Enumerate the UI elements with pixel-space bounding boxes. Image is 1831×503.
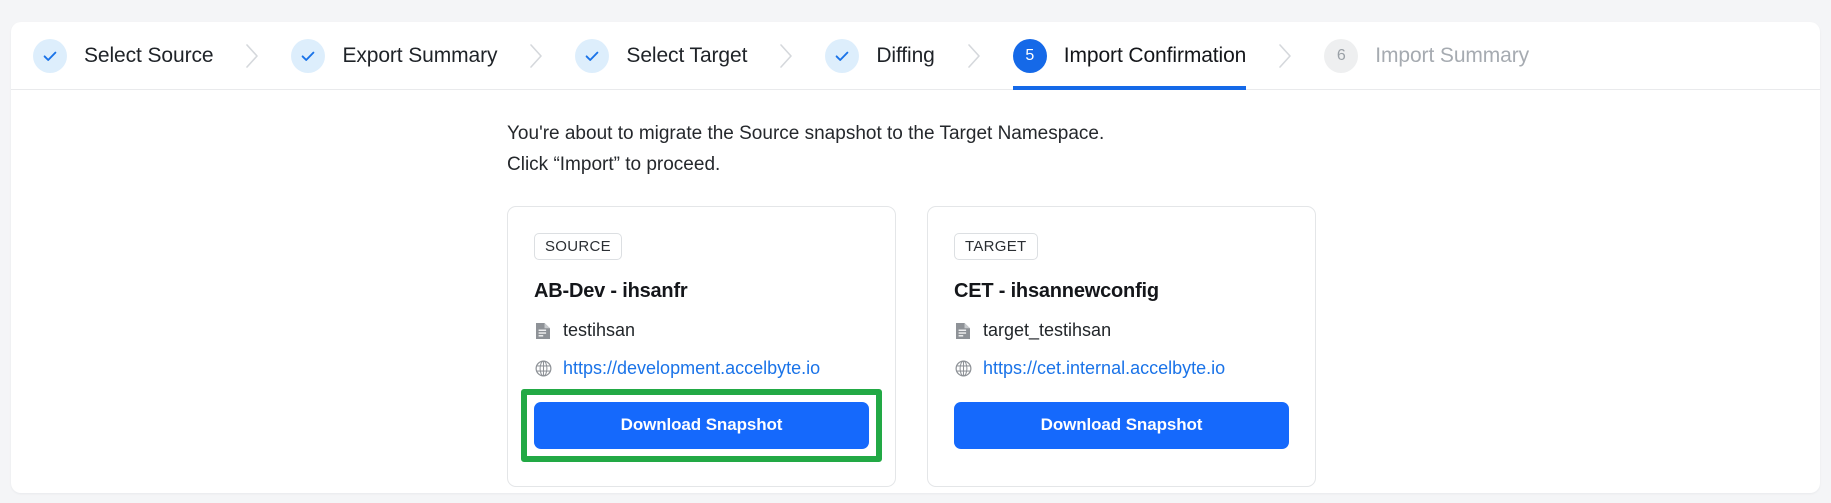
- target-tag-badge: TARGET: [954, 233, 1038, 260]
- target-url-link[interactable]: https://cet.internal.accelbyte.io: [983, 358, 1225, 379]
- source-title: AB-Dev - ihsanfr: [534, 280, 688, 302]
- step-diffing[interactable]: Diffing: [825, 22, 935, 90]
- source-download-snapshot-button[interactable]: Download Snapshot: [534, 402, 869, 449]
- source-panel: SOURCE AB-Dev - ihsanfr testihsan https:…: [507, 206, 896, 487]
- file-icon: [534, 322, 552, 340]
- step-check-icon: [33, 38, 67, 73]
- step-check-icon: [575, 38, 610, 73]
- step-label: Diffing: [876, 43, 935, 67]
- globe-icon: [534, 360, 552, 378]
- source-tag-badge: SOURCE: [534, 233, 622, 260]
- step-label: Import Summary: [1375, 43, 1530, 67]
- globe-icon: [954, 360, 972, 378]
- step-select-source[interactable]: Select Source: [33, 22, 214, 90]
- chevron-right-icon: [747, 41, 825, 71]
- source-file-row: testihsan: [534, 320, 869, 341]
- chevron-right-icon: [935, 41, 1013, 71]
- target-file-row: target_testihsan: [954, 320, 1289, 341]
- step-label: Select Source: [84, 43, 214, 67]
- page-card: Select Source Export Summary Select Targ…: [11, 22, 1820, 493]
- target-url-row[interactable]: https://cet.internal.accelbyte.io: [954, 358, 1289, 379]
- target-download-wrap: Download Snapshot: [954, 402, 1289, 449]
- step-import-confirmation[interactable]: 5 Import Confirmation: [1012, 22, 1247, 90]
- target-download-snapshot-button[interactable]: Download Snapshot: [954, 402, 1289, 449]
- source-url-link[interactable]: https://development.accelbyte.io: [563, 358, 820, 379]
- step-export-summary[interactable]: Export Summary: [291, 22, 498, 90]
- target-file-name: target_testihsan: [983, 320, 1112, 340]
- step-label: Select Target: [626, 43, 748, 67]
- source-download-highlight: Download Snapshot: [521, 389, 882, 462]
- intro-line-1: You're about to migrate the Source snaps…: [507, 123, 1105, 144]
- snapshot-panels: SOURCE AB-Dev - ihsanfr testihsan https:…: [507, 206, 1820, 487]
- step-number: 6: [1324, 38, 1359, 73]
- target-panel: TARGET CET - ihsannewconfig target_testi…: [927, 206, 1316, 487]
- main-content: You're about to migrate the Source snaps…: [11, 90, 1820, 487]
- step-label: Export Summary: [342, 43, 498, 67]
- step-import-summary: 6 Import Summary: [1324, 22, 1529, 90]
- target-title: CET - ihsannewconfig: [954, 280, 1159, 302]
- source-file-name: testihsan: [563, 320, 636, 340]
- intro-line-2: Click “Import” to proceed.: [507, 154, 721, 175]
- stepper: Select Source Export Summary Select Targ…: [11, 22, 1820, 90]
- step-label: Import Confirmation: [1063, 43, 1247, 67]
- intro-text: You're about to migrate the Source snaps…: [507, 118, 1820, 180]
- source-url-row[interactable]: https://development.accelbyte.io: [534, 358, 869, 379]
- file-icon: [954, 322, 972, 340]
- step-select-target[interactable]: Select Target: [575, 22, 747, 90]
- step-check-icon: [825, 38, 860, 73]
- step-number: 5: [1012, 38, 1047, 73]
- step-check-icon: [291, 38, 326, 73]
- chevron-right-icon: [497, 41, 575, 71]
- chevron-right-icon: [1246, 41, 1324, 71]
- chevron-right-icon: [213, 41, 291, 71]
